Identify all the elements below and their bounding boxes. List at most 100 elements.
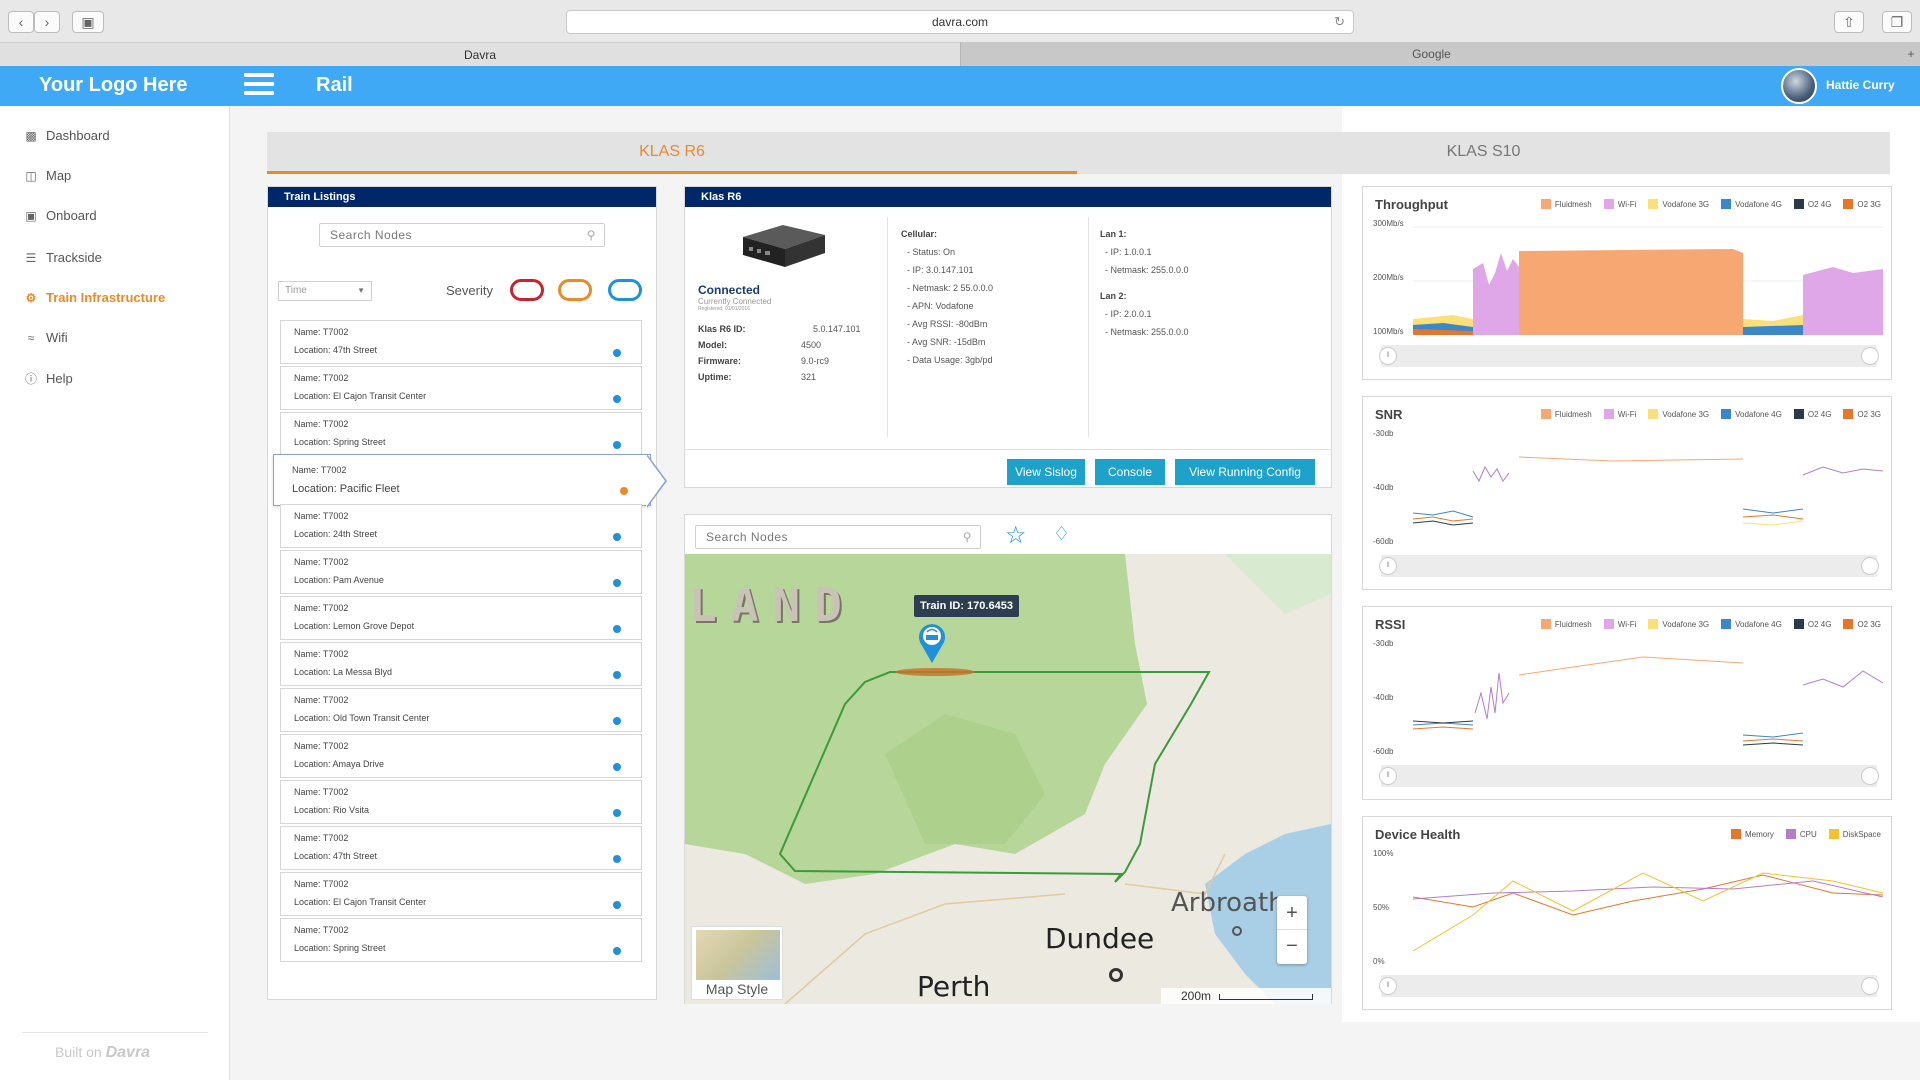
field-value: 4500 [801,340,822,350]
device-card: Klas R6 Connected Currently Connected Re… [684,186,1332,488]
train-location: Location: El Cajon Transit Center [294,897,427,907]
chart-legend: Fluidmesh Wi-Fi Vodafone 3G Vodafone 4G … [1529,409,1881,419]
sidebar-item-onboard[interactable]: ▣ Onboard [22,208,97,223]
sidebar-item-wifi[interactable]: ≈ Wifi [22,330,68,345]
back-icon[interactable]: ‹ [8,11,34,33]
search-placeholder: Search Nodes [706,530,789,544]
forward-icon[interactable]: › [34,11,60,33]
tab-klas-s10[interactable]: KLAS S10 [1077,132,1890,174]
sidebar-item-help[interactable]: ⓘ Help [22,370,73,387]
legend-item: Fluidmesh [1540,409,1592,419]
built-on: Built on Davra [55,1044,150,1062]
train-location: Location: Spring Street [294,437,386,447]
range-handle-left[interactable]: ll [1379,557,1397,575]
sidebar-item-label: Map [46,168,72,183]
view-syslog-button[interactable]: View Sislog [1007,459,1085,485]
star-icon[interactable]: ☆ [1005,521,1027,550]
range-slider[interactable]: ll [1379,345,1879,367]
tab-klas-r6[interactable]: KLAS R6 [267,132,1077,174]
train-list-item[interactable]: Name: T7002 Location: Old Town Transit Ce… [280,688,642,732]
tab-davra[interactable]: Davra [0,42,960,66]
device-footer-divider [685,449,1331,450]
sidebar-item-dashboard[interactable]: ▩ Dashboard [22,128,110,143]
hamburger-menu-icon[interactable] [244,73,274,99]
range-handle-right[interactable] [1861,977,1879,995]
browser-chrome: ‹ › ▣ davra.com ↻ ⇧ ❐ Davra Google + [0,0,1920,66]
built-on-text: Built on [55,1044,102,1060]
logo[interactable]: Your Logo Here [39,74,188,97]
app-header: Your Logo Here Rail Hattie Curry [0,66,1920,106]
router-device-image [743,225,825,267]
range-handle-left[interactable]: ll [1379,347,1397,365]
legend-item: Wi-Fi [1603,619,1636,629]
map-view[interactable]: LAND Arbroath Dundee Perth Train ID: 170… [685,554,1331,1004]
sidebar-item-label: Dashboard [46,128,110,143]
range-handle-right[interactable] [1861,557,1879,575]
range-slider[interactable]: ll [1379,975,1879,997]
user-name[interactable]: Hattie Curry [1826,78,1895,92]
train-location-pin-icon[interactable] [917,620,947,664]
new-tab-button[interactable]: + [1902,42,1920,66]
train-location: Location: Rio Vsita [294,805,370,815]
console-button[interactable]: Console [1095,459,1165,485]
y-tick: -30db [1373,429,1394,438]
throughput-plot [1413,226,1883,335]
severity-toggle-info[interactable] [608,279,642,301]
train-list-item[interactable]: Name: T7002 Location: Pam Avenue [280,550,642,594]
train-location: Location: La Messa Blyd [294,667,393,677]
train-list-item[interactable]: Name: T7002 Location: Spring Street [280,412,642,456]
search-icon[interactable]: ⚲ [587,224,596,246]
train-list-item[interactable]: Name: T7002 Location: Pacific Fleet [273,454,651,506]
train-list-item[interactable]: Name: T7002 Location: Rio Vsita [280,780,642,824]
range-slider[interactable]: ll [1379,555,1879,577]
train-search-input[interactable]: Search Nodes ⚲ [319,223,605,247]
status-dot-icon [613,533,621,541]
train-list-item[interactable]: Name: T7002 Location: 47th Street [280,826,642,870]
train-list-item[interactable]: Name: T7002 Location: 47th Street [280,320,642,364]
zoom-in-button[interactable]: + [1277,896,1307,930]
sidebar: ▩ Dashboard ◫ Map ▣ Onboard ☰ Trackside ⚙ Tra… [0,106,230,1080]
zoom-out-button[interactable]: − [1277,930,1307,964]
map-scale-bar [1219,994,1313,1000]
status-dot-icon [613,901,621,909]
train-list-item[interactable]: Name: T7002 Location: El Cajon Transit Ce… [280,872,642,916]
train-name: Name: T7002 [294,787,349,797]
divider [1088,217,1089,437]
map-search-input[interactable]: Search Nodes ⚲ [695,525,981,549]
reload-icon[interactable]: ↻ [1334,11,1345,33]
train-list-item[interactable]: Name: T7002 Location: 24th Street [280,504,642,548]
bell-icon[interactable]: ♢ [1053,523,1070,546]
severity-toggle-critical[interactable] [510,279,544,301]
status-dot-icon [613,855,621,863]
train-location: Location: Old Town Transit Center [294,713,430,723]
snr-plot [1413,456,1883,526]
lan1-title: Lan 1: [1100,229,1127,239]
range-handle-left[interactable]: ll [1379,977,1397,995]
train-list-item[interactable]: Name: T7002 Location: Lemon Grove Depot [280,596,642,640]
train-list-item[interactable]: Name: T7002 Location: Amaya Drive [280,734,642,778]
range-slider[interactable]: ll [1379,765,1879,787]
range-handle-right[interactable] [1861,347,1879,365]
url-bar[interactable]: davra.com ↻ [566,10,1354,34]
sidebar-item-train-infrastructure[interactable]: ⚙ Train Infrastructure [22,290,166,305]
range-handle-left[interactable]: ll [1379,767,1397,785]
tabs-overview-icon[interactable]: ❐ [1882,11,1912,33]
range-handle-right[interactable] [1861,767,1879,785]
map-style-button[interactable]: Map Style [691,926,783,1000]
train-location: Location: 24th Street [294,529,378,539]
legend-item: O2 3G [1843,409,1881,419]
sidebar-toggle-icon[interactable]: ▣ [72,11,104,33]
severity-toggle-warning[interactable] [558,279,592,301]
sidebar-item-trackside[interactable]: ☰ Trackside [22,250,102,265]
tab-google[interactable]: Google [960,42,1902,66]
share-icon[interactable]: ⇧ [1834,11,1864,33]
sidebar-item-label: Onboard [46,208,97,223]
search-icon[interactable]: ⚲ [963,526,972,548]
train-list-item[interactable]: Name: T7002 Location: El Cajon Transit Ce… [280,366,642,410]
train-list-item[interactable]: Name: T7002 Location: La Messa Blyd [280,642,642,686]
user-avatar[interactable] [1781,68,1817,104]
sidebar-item-map[interactable]: ◫ Map [22,168,71,183]
view-running-config-button[interactable]: View Running Config [1175,459,1315,485]
time-select[interactable]: Time ▼ [278,281,372,301]
train-list-item[interactable]: Name: T7002 Location: Spring Street [280,918,642,962]
